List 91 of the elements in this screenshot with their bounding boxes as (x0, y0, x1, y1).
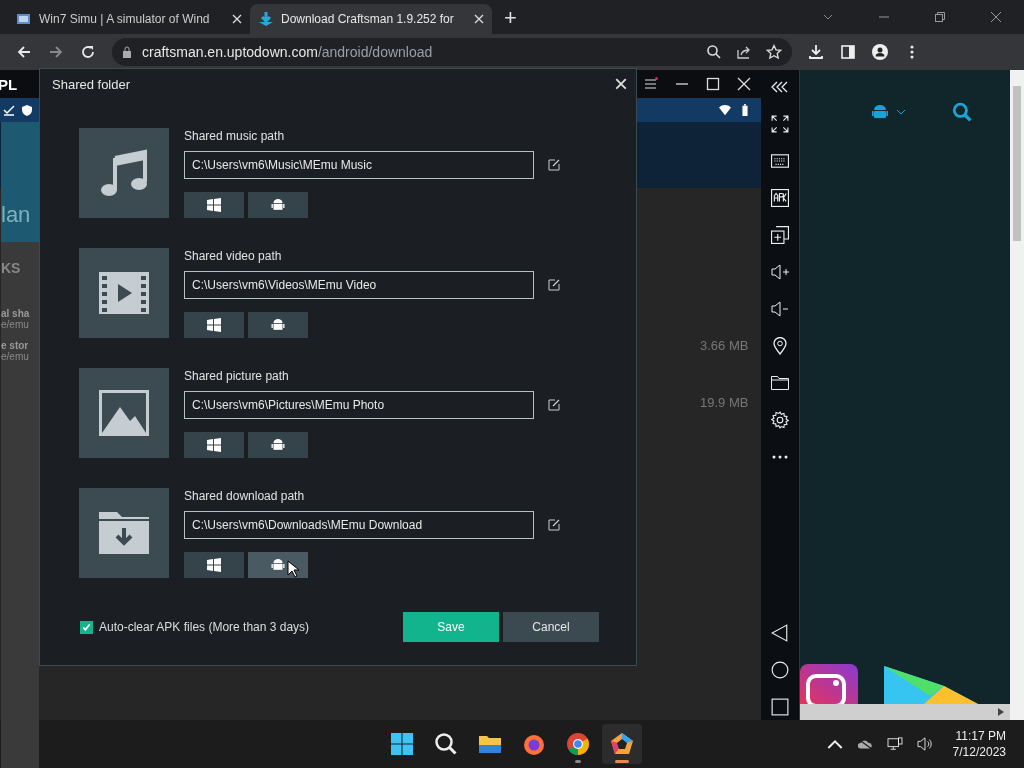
speaker-icon[interactable] (916, 737, 933, 751)
home-circle-icon[interactable] (771, 661, 790, 679)
checkmark-icon (3, 104, 15, 116)
section-heading: KS (1, 260, 22, 276)
list-text: e/emu (1, 351, 30, 362)
edit-icon[interactable] (548, 519, 560, 531)
android-button[interactable] (248, 432, 308, 458)
shield-icon (21, 104, 33, 116)
edit-icon[interactable] (548, 279, 560, 291)
lock-icon (122, 46, 132, 58)
vertical-scrollbar[interactable] (1010, 70, 1024, 720)
windows-logo-icon (207, 558, 221, 572)
clock-time[interactable]: 11:17 PM (955, 728, 1006, 744)
field-label: Shared video path (184, 249, 283, 263)
list-text: e/emu (1, 319, 30, 330)
camera-app-icon[interactable] (800, 664, 859, 704)
pentagon-logo-icon (610, 732, 634, 756)
windows-logo-icon (390, 732, 414, 756)
clock-date[interactable]: 7/12/2023 (952, 744, 1006, 760)
add-window-icon[interactable] (771, 226, 790, 244)
banner-text: lan (1, 202, 31, 228)
keyboard-icon[interactable] (771, 152, 790, 170)
browser-tab[interactable]: Win7 Simu | A simulator of Wind (8, 4, 250, 34)
checkbox-label: Auto-clear APK files (More than 3 days) (99, 620, 310, 634)
memu-taskbar-button[interactable] (602, 724, 642, 764)
close-icon[interactable] (474, 14, 484, 24)
new-tab-button[interactable]: + (504, 5, 517, 31)
mouse-cursor-icon (287, 560, 299, 578)
search-icon[interactable] (706, 44, 722, 60)
edit-icon[interactable] (548, 159, 560, 171)
scrollbar-thumb[interactable] (1013, 86, 1021, 241)
search-icon[interactable] (952, 102, 973, 122)
music-note-icon (99, 148, 149, 198)
folder-icon[interactable] (771, 374, 790, 392)
dialog-title: Shared folder (52, 76, 131, 92)
network-monitor-icon[interactable] (886, 737, 903, 751)
back-triangle-icon[interactable] (771, 624, 790, 642)
search-icon (434, 732, 458, 756)
browser-tab[interactable]: Download Craftsman 1.9.252 for (250, 4, 492, 34)
windows-button[interactable] (184, 552, 244, 578)
caret-icon[interactable] (896, 109, 907, 115)
wifi-icon (719, 104, 732, 116)
address-bar[interactable]: craftsman.en.uptodown.com/android/download (112, 38, 792, 66)
path-input-field[interactable]: C:\Users\vm6\Music\MEmu Music (184, 151, 534, 179)
windows-logo-icon (207, 438, 221, 452)
location-pin-icon[interactable] (771, 337, 790, 355)
running-indicator (575, 760, 581, 763)
chevron-up-icon[interactable] (826, 737, 843, 751)
horizontal-scrollbar[interactable] (800, 704, 1010, 720)
field-label: Shared music path (184, 129, 286, 143)
cloud-off-icon[interactable] (856, 737, 873, 751)
apk-icon[interactable] (771, 189, 790, 207)
recents-square-icon[interactable] (771, 698, 790, 716)
windows-logo-icon (207, 318, 221, 332)
settings-icon[interactable] (771, 411, 790, 429)
android-button[interactable] (248, 552, 308, 578)
android-button[interactable] (248, 192, 308, 218)
running-indicator (615, 760, 629, 763)
volume-up-icon[interactable] (771, 263, 790, 281)
menu-icon[interactable] (644, 77, 659, 91)
path-input-field[interactable]: C:\Users\vm6\Videos\MEmu Video (184, 271, 534, 299)
maximize-icon[interactable] (706, 77, 721, 91)
close-button[interactable]: × (614, 72, 628, 96)
path-input-field[interactable]: C:\Users\vm6\Pictures\MEmu Photo (184, 391, 534, 419)
file-size-text: 19.9 MB (700, 395, 749, 410)
edit-icon[interactable] (548, 399, 560, 411)
field-label: Shared picture path (184, 369, 290, 383)
checkbox[interactable] (80, 620, 93, 634)
download-arrow-icon (258, 11, 274, 27)
list-text: e stor (1, 340, 30, 351)
windows-button[interactable] (184, 432, 244, 458)
list-text: al sha (1, 308, 31, 319)
scroll-right-arrow-icon[interactable] (998, 708, 1004, 716)
chrome-logo-icon (566, 732, 590, 756)
file-size-text: 3.66 MB (700, 338, 749, 353)
star-icon[interactable] (766, 44, 782, 60)
fullscreen-icon[interactable] (771, 115, 790, 133)
windows-logo-icon (207, 198, 221, 212)
path-input-field[interactable]: C:\Users\vm6\Downloads\MEmu Download (184, 511, 534, 539)
play-triangle-icon[interactable] (884, 664, 979, 704)
field-label: Shared download path (184, 489, 306, 503)
window-favicon-icon (16, 11, 32, 27)
close-icon[interactable] (737, 77, 752, 91)
image-icon (99, 388, 149, 438)
windows-button[interactable] (184, 312, 244, 338)
android-button[interactable] (248, 312, 308, 338)
windows-button[interactable] (184, 192, 244, 218)
volume-down-icon[interactable] (771, 300, 790, 318)
cancel-button[interactable]: Cancel (503, 612, 599, 642)
close-icon[interactable] (232, 14, 242, 24)
share-icon[interactable] (736, 44, 752, 60)
